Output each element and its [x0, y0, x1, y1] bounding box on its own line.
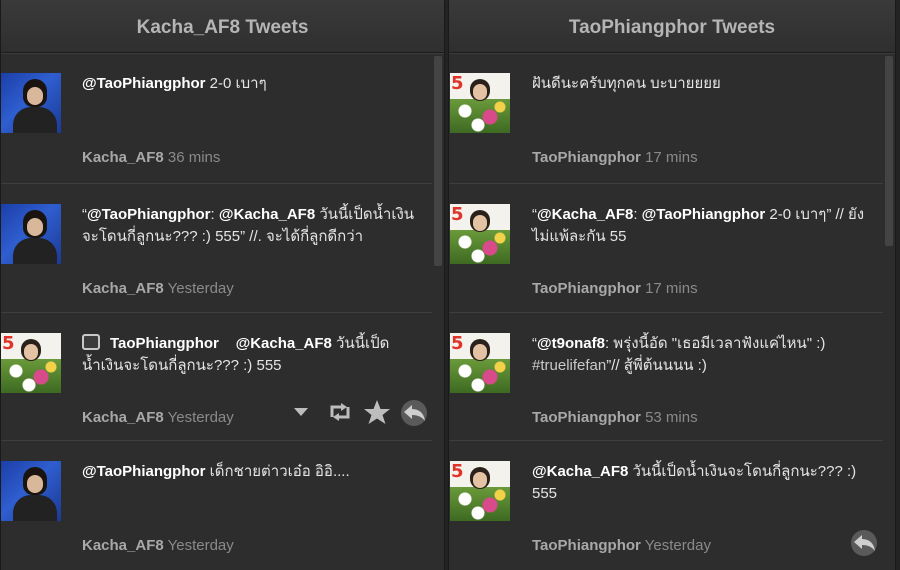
- tweet-meta: TaoPhiangphor Yesterday: [532, 537, 711, 554]
- timestamp[interactable]: Yesterday: [168, 537, 234, 554]
- timestamp[interactable]: Yesterday: [168, 280, 234, 297]
- mention-link[interactable]: @TaoPhiangphor: [87, 206, 211, 223]
- tweet-text: “@t9onaf8: พรุ่งนี้อัด "เธอมีเวลาฟังแค่ไ…: [532, 335, 826, 374]
- username-link[interactable]: TaoPhiangphor: [532, 280, 641, 297]
- mention-link[interactable]: @TaoPhiangphor: [642, 206, 766, 223]
- mention-link[interactable]: @TaoPhiangphor: [82, 463, 206, 480]
- username-link[interactable]: Kacha_AF8: [82, 149, 164, 166]
- tweet[interactable]: “@TaoPhiangphor: @Kacha_AF8 วันนี้เป็ดน้…: [1, 184, 432, 313]
- tweet-meta: Kacha_AF8 Yesterday: [82, 537, 234, 554]
- username-link[interactable]: TaoPhiangphor: [532, 537, 641, 554]
- tweet-text: @Kacha_AF8 วันนี้เป็ดน้ำเงินจะโดนกี่ลูกน…: [532, 463, 857, 502]
- tweet-text: TaoPhiangphor @Kacha_AF8 วันนี้เป็ดน้ำเง…: [82, 334, 390, 374]
- timestamp[interactable]: 36 mins: [168, 149, 221, 166]
- username-link[interactable]: Kacha_AF8: [82, 537, 164, 554]
- mention-link[interactable]: @TaoPhiangphor: [82, 75, 206, 92]
- username-link[interactable]: TaoPhiangphor: [532, 409, 641, 426]
- kacha-avatar[interactable]: [1, 461, 61, 521]
- mention-link[interactable]: @t9onaf8: [537, 335, 605, 352]
- timestamp[interactable]: 17 mins: [645, 280, 698, 297]
- scrollbar[interactable]: [434, 56, 442, 266]
- star-icon[interactable]: [363, 399, 391, 425]
- tweet-text: “@Kacha_AF8: @TaoPhiangphor 2-0 เบาๆ” //…: [532, 206, 865, 245]
- dropdown-icon[interactable]: [293, 405, 309, 419]
- timestamp[interactable]: Yesterday: [168, 409, 234, 426]
- tweet-meta: TaoPhiangphor 17 mins: [532, 280, 698, 297]
- kacha-column: Kacha_AF8 Tweets @TaoPhiangphor 2-0 เบาๆ…: [0, 0, 445, 570]
- username-link[interactable]: Kacha_AF8: [82, 409, 164, 426]
- tweet-text: @TaoPhiangphor เด็กชายต่าวเอ๋อ อิอิ....: [82, 463, 350, 480]
- tweet-meta: TaoPhiangphor 53 mins: [532, 409, 698, 426]
- tweet-meta: TaoPhiangphor 17 mins: [532, 149, 698, 166]
- tweet-text: ฝันดีนะครับทุกคน บะบายยยย: [532, 75, 721, 92]
- column-header[interactable]: Kacha_AF8 Tweets: [1, 0, 444, 53]
- tao-column: TaoPhiangphor Tweets 5 ฝันดีนะครับทุกคน …: [448, 0, 896, 570]
- tao-avatar[interactable]: 5: [450, 333, 510, 393]
- retweet-icon: [82, 334, 100, 350]
- timestamp[interactable]: 17 mins: [645, 149, 698, 166]
- hashtag-link[interactable]: #truelifefan: [532, 357, 606, 374]
- tao-avatar[interactable]: 5: [1, 333, 61, 393]
- reply-icon[interactable]: [849, 529, 879, 557]
- tweet[interactable]: @TaoPhiangphor เด็กชายต่าวเอ๋อ อิอิ.... …: [1, 441, 432, 570]
- tweet[interactable]: 5 “@Kacha_AF8: @TaoPhiangphor 2-0 เบาๆ” …: [449, 184, 883, 313]
- tweet[interactable]: 5 TaoPhiangphor @Kacha_AF8 วันนี้เป็ดน้ำ…: [1, 313, 432, 441]
- tweet[interactable]: @TaoPhiangphor 2-0 เบาๆ Kacha_AF8 36 min…: [1, 53, 432, 184]
- scrollbar[interactable]: [885, 56, 893, 246]
- kacha-avatar[interactable]: [1, 73, 61, 133]
- tweet-meta: Kacha_AF8 Yesterday: [82, 280, 234, 297]
- mention-link[interactable]: @Kacha_AF8: [532, 463, 628, 480]
- tweet-text: “@TaoPhiangphor: @Kacha_AF8 วันนี้เป็ดน้…: [82, 206, 415, 245]
- tao-avatar[interactable]: 5: [450, 461, 510, 521]
- column-header[interactable]: TaoPhiangphor Tweets: [449, 0, 895, 53]
- timestamp[interactable]: Yesterday: [645, 537, 711, 554]
- username-link[interactable]: Kacha_AF8: [82, 280, 164, 297]
- mention-link[interactable]: @Kacha_AF8: [236, 335, 332, 352]
- tweet[interactable]: 5 @Kacha_AF8 วันนี้เป็ดน้ำเงินจะโดนกี่ลู…: [449, 441, 883, 570]
- tao-avatar[interactable]: 5: [450, 73, 510, 133]
- tweet[interactable]: 5 ฝันดีนะครับทุกคน บะบายยยย TaoPhiangpho…: [449, 53, 883, 184]
- username-link[interactable]: TaoPhiangphor: [532, 149, 641, 166]
- timestamp[interactable]: 53 mins: [645, 409, 698, 426]
- tweet-meta: Kacha_AF8 Yesterday: [82, 409, 234, 426]
- tweet[interactable]: 5 “@t9onaf8: พรุ่งนี้อัด "เธอมีเวลาฟังแค…: [449, 313, 883, 441]
- reply-icon[interactable]: [399, 399, 429, 427]
- kacha-avatar[interactable]: [1, 204, 61, 264]
- retweet-icon[interactable]: [327, 401, 353, 423]
- tao-avatar[interactable]: 5: [450, 204, 510, 264]
- tweet-text: @TaoPhiangphor 2-0 เบาๆ: [82, 75, 267, 92]
- retweeter-link[interactable]: TaoPhiangphor: [110, 335, 219, 352]
- mention-link[interactable]: @Kacha_AF8: [537, 206, 633, 223]
- mention-link[interactable]: @Kacha_AF8: [219, 206, 315, 223]
- tweet-meta: Kacha_AF8 36 mins: [82, 149, 220, 166]
